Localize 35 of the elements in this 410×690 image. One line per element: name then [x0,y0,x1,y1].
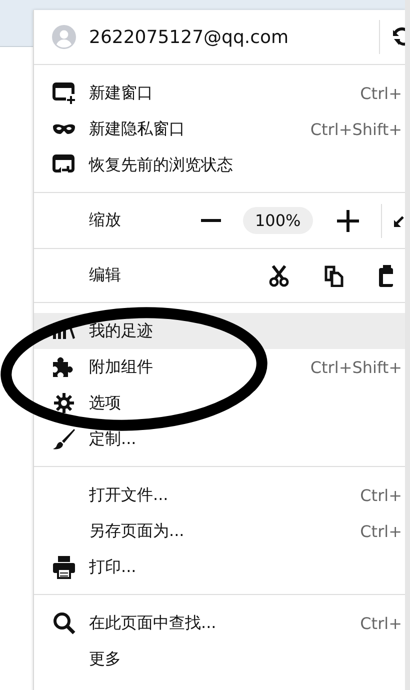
mask-icon [52,123,76,135]
menu-item[interactable]: 新建窗口 Ctrl+ [34,75,406,111]
copy-icon[interactable] [324,264,344,286]
shortcut-text: Ctrl+ [360,614,402,632]
menu-item[interactable]: 定制... [34,421,406,457]
menu-item[interactable]: 新建隐私窗口 Ctrl+Shift+ [34,111,406,147]
arrow-icon[interactable] [394,214,404,228]
menu-item[interactable]: 选项 [34,385,406,421]
shortcut-text: Ctrl+ [360,522,402,540]
menu-item[interactable]: 打开文件... Ctrl+ [34,477,406,513]
shortcut-text: Ctrl+Shift+ [310,120,402,138]
menu-item[interactable]: 另存页面为... Ctrl+ [34,513,406,549]
shortcut-text: Ctrl+ [360,84,402,102]
edit-label: 编辑 [89,265,122,286]
menu-item[interactable]: 在此页面中查找... Ctrl+ [34,605,406,641]
zoom-label: 缩放 [89,210,122,231]
zoom-reset-button[interactable]: 100% [243,207,313,234]
zoom-out-icon[interactable] [201,218,221,222]
menu-item[interactable]: 恢复先前的浏览状态 [34,147,406,183]
search-icon [52,611,76,635]
clipboard-icon[interactable] [379,264,393,286]
new-window-icon [52,82,76,104]
avatar-icon [52,25,76,49]
shortcut-text: Ctrl+ [360,486,402,504]
brush-icon [52,428,76,450]
printer-icon [52,555,76,579]
menu-item[interactable]: 更多 [34,641,406,677]
cut-icon[interactable] [269,264,289,286]
zoom-in-icon[interactable] [336,210,359,232]
menu-item[interactable]: 打印... [34,549,406,585]
menu-item[interactable]: 附加组件 Ctrl+Shift+ [34,349,406,385]
account-email[interactable]: 2622075127@qq.com [89,26,379,48]
sync-icon[interactable] [392,26,406,48]
shortcut-text: Ctrl+Shift+ [310,358,402,376]
settings-icon [53,392,75,414]
